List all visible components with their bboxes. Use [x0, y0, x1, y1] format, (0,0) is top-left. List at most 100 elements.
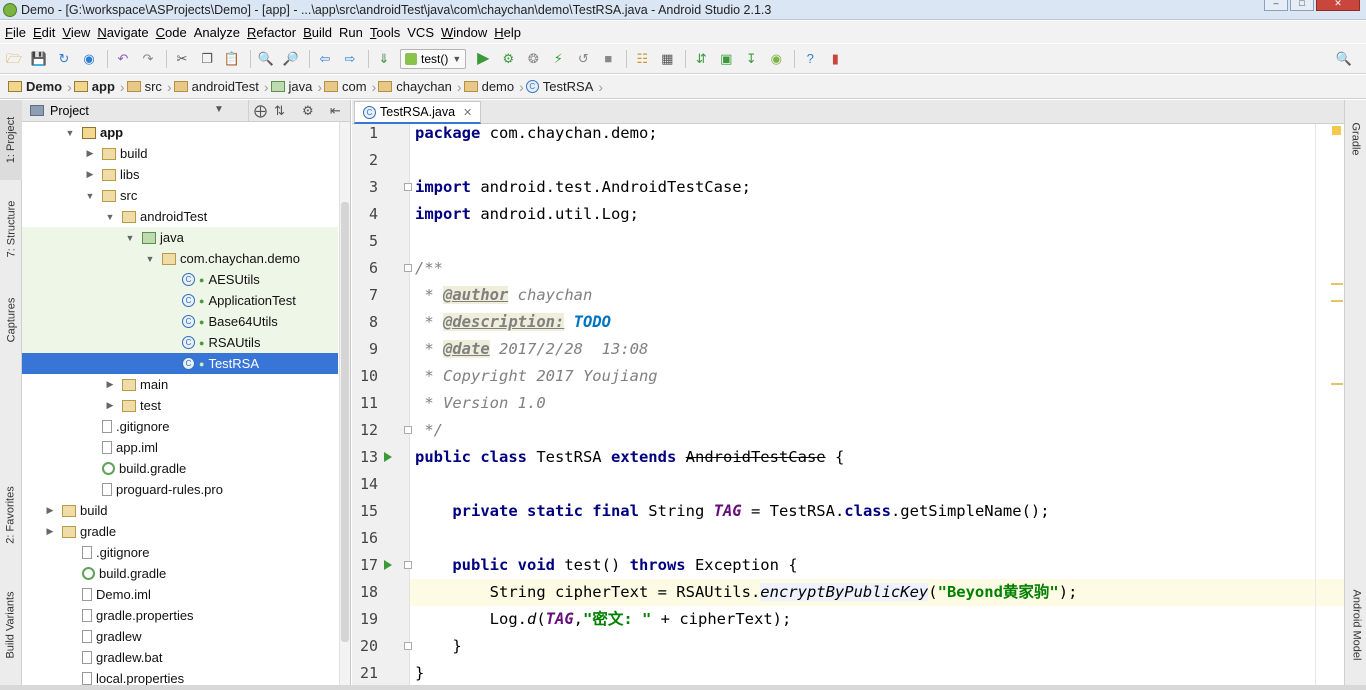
tree-item[interactable]: .gitignore — [22, 416, 338, 437]
breadcrumb-src[interactable]: src › — [126, 79, 172, 95]
tree-item[interactable]: ▼ app — [22, 122, 338, 143]
tab-build-variants[interactable]: Build Variants — [0, 570, 22, 680]
menu-vcs[interactable]: VCS — [407, 25, 434, 40]
sdk-download-icon[interactable]: ↧ — [742, 50, 760, 68]
collapsed-arrow-icon[interactable]: ▶ — [84, 169, 96, 180]
menu-code[interactable]: Code — [156, 25, 187, 40]
tree-item[interactable]: proguard-rules.pro — [22, 479, 338, 500]
tree-item[interactable]: .gitignore — [22, 542, 338, 563]
project-structure-icon[interactable]: ☷ — [633, 50, 651, 68]
breadcrumb-chaychan[interactable]: chaychan › — [378, 79, 462, 95]
tree-item[interactable]: ▶ build — [22, 500, 338, 521]
open-folder-icon[interactable]: 🗁 — [5, 50, 23, 68]
back-icon[interactable]: ⇦ — [316, 50, 334, 68]
run-gutter-icon[interactable] — [384, 560, 392, 570]
rerun-icon[interactable]: ↺ — [574, 50, 592, 68]
tab-project[interactable]: 1: Project — [0, 100, 22, 180]
undo-icon[interactable]: ↶ — [114, 50, 132, 68]
menu-view[interactable]: View — [62, 25, 90, 40]
menu-window[interactable]: Window — [441, 25, 487, 40]
tab-gradle[interactable]: Gradle — [1345, 104, 1366, 174]
tree-item[interactable]: gradlew.bat — [22, 647, 338, 668]
menu-run[interactable]: Run — [339, 25, 363, 40]
tree-item[interactable]: gradle.properties — [22, 605, 338, 626]
collapsed-arrow-icon[interactable]: ▶ — [44, 505, 56, 516]
run-configuration-dropdown[interactable]: test() ▼ — [400, 48, 467, 69]
breadcrumb-java[interactable]: java › — [270, 79, 322, 95]
hide-panel-icon[interactable]: ⇤ — [330, 103, 341, 119]
apply-changes-icon[interactable]: ⚡ — [549, 50, 567, 68]
run-gutter-icon[interactable] — [384, 452, 392, 462]
android-monitor-icon[interactable]: ▮ — [826, 50, 844, 68]
tree-item[interactable]: C ● ApplicationTest — [22, 290, 338, 311]
debug-icon[interactable]: ⚙ — [499, 50, 517, 68]
search-everywhere-icon[interactable]: 🔍 — [1335, 50, 1353, 68]
breadcrumb-demo[interactable]: Demo › — [8, 79, 72, 95]
breadcrumb-demo-package[interactable]: demo › — [463, 79, 524, 95]
tree-item[interactable]: ▼ src — [22, 185, 338, 206]
tab-android-model[interactable]: Android Model — [1345, 570, 1366, 680]
error-stripe[interactable] — [1331, 124, 1343, 685]
expanded-arrow-icon[interactable]: ▼ — [144, 254, 156, 264]
make-project-icon[interactable]: ⇓ — [375, 50, 393, 68]
collapsed-arrow-icon[interactable]: ▶ — [104, 379, 116, 390]
scroll-from-source-icon[interactable]: ⨁ — [254, 103, 267, 119]
tree-item[interactable]: C ● Base64Utils — [22, 311, 338, 332]
find-icon[interactable]: 🔍 — [257, 50, 275, 68]
collapsed-arrow-icon[interactable]: ▶ — [84, 148, 96, 159]
collapse-all-icon[interactable]: ⇅ — [274, 103, 285, 119]
run-icon[interactable]: ▶ — [474, 50, 492, 68]
paste-icon[interactable]: 📋 — [223, 50, 241, 68]
avd-manager-icon[interactable]: ▣ — [717, 50, 735, 68]
help-icon[interactable]: ? — [801, 50, 819, 68]
collapsed-arrow-icon[interactable]: ▶ — [44, 526, 56, 537]
project-panel-title[interactable]: Project — [50, 104, 89, 118]
forward-icon[interactable]: ⇨ — [341, 50, 359, 68]
attach-debugger-icon[interactable]: ❂ — [524, 50, 542, 68]
menu-refactor[interactable]: Refactor — [247, 25, 296, 40]
redo-icon[interactable]: ↷ — [139, 50, 157, 68]
close-window-button[interactable]: ✕ — [1316, 0, 1360, 11]
project-tree-scrollbar[interactable] — [339, 122, 350, 685]
code-area[interactable]: package com.chaychan.demo; import androi… — [410, 124, 1344, 685]
sync-icon[interactable]: ↻ — [55, 50, 73, 68]
breadcrumb-androidtest[interactable]: androidTest › — [173, 79, 269, 95]
menu-file[interactable]: File — [5, 25, 26, 40]
android-device-monitor-icon[interactable]: ◉ — [767, 50, 785, 68]
tree-item[interactable]: ▼ java — [22, 227, 338, 248]
breadcrumb-testrsa[interactable]: C TestRSA › — [525, 79, 603, 95]
copy-icon[interactable]: ❐ — [198, 50, 216, 68]
tree-item[interactable]: ▶ build — [22, 143, 338, 164]
tree-item[interactable]: gradlew — [22, 626, 338, 647]
tree-item[interactable]: local.properties — [22, 668, 338, 685]
sync-gradle-icon[interactable]: ⇵ — [692, 50, 710, 68]
expanded-arrow-icon[interactable]: ▼ — [104, 212, 116, 222]
synchronize-icon[interactable]: ◉ — [80, 50, 98, 68]
menu-navigate[interactable]: Navigate — [97, 25, 148, 40]
sdk-manager-icon[interactable]: ▦ — [658, 50, 676, 68]
tree-item[interactable]: app.iml — [22, 437, 338, 458]
expanded-arrow-icon[interactable]: ▼ — [124, 233, 136, 243]
gear-icon[interactable]: ⚙ — [302, 103, 314, 119]
tree-item[interactable]: ▶ test — [22, 395, 338, 416]
expanded-arrow-icon[interactable]: ▼ — [84, 191, 96, 201]
chevron-down-icon[interactable]: ▼ — [214, 104, 224, 115]
stop-icon[interactable]: ■ — [599, 50, 617, 68]
tree-item[interactable]: C ● RSAUtils — [22, 332, 338, 353]
minimize-button[interactable]: – — [1264, 0, 1288, 11]
cut-icon[interactable]: ✂ — [173, 50, 191, 68]
expanded-arrow-icon[interactable]: ▼ — [64, 128, 76, 138]
menu-help[interactable]: Help — [494, 25, 521, 40]
breadcrumb-com[interactable]: com › — [324, 79, 376, 95]
tree-item[interactable]: C ● TestRSA — [22, 353, 338, 374]
maximize-button[interactable]: □ — [1290, 0, 1314, 11]
tree-item[interactable]: ▼ androidTest — [22, 206, 338, 227]
replace-icon[interactable]: 🔎 — [282, 50, 300, 68]
tree-item[interactable]: ▶ libs — [22, 164, 338, 185]
close-icon[interactable]: ✕ — [463, 106, 472, 119]
tab-favorites[interactable]: 2: Favorites — [0, 470, 22, 560]
collapsed-arrow-icon[interactable]: ▶ — [104, 400, 116, 411]
tree-item[interactable]: build.gradle — [22, 458, 338, 479]
tree-item[interactable]: C ● AESUtils — [22, 269, 338, 290]
menu-analyze[interactable]: Analyze — [194, 25, 240, 40]
